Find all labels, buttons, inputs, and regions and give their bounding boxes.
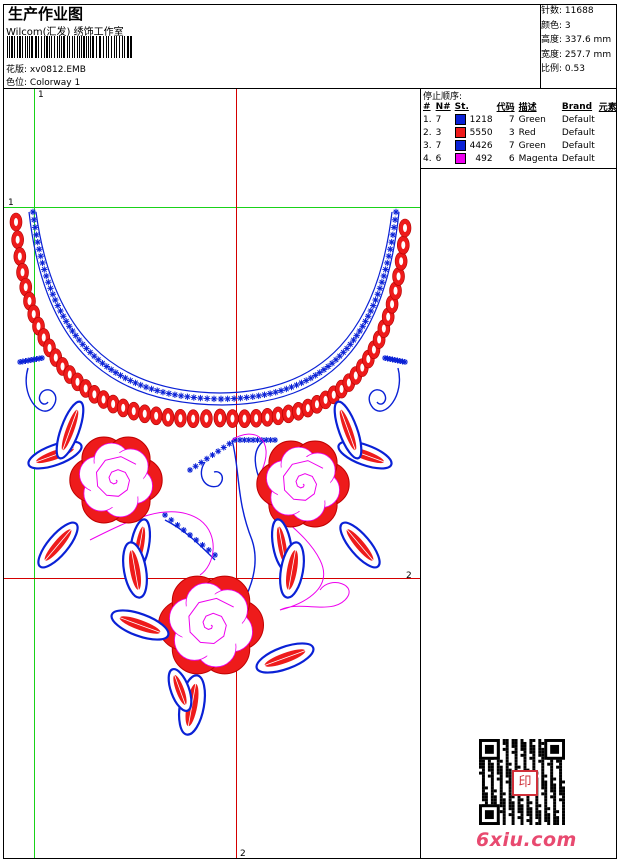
row-needle: 3	[435, 127, 442, 138]
left-curl	[25, 367, 57, 412]
guide-label-h1: 1	[8, 198, 14, 208]
col-index: #	[423, 101, 431, 112]
color-count-row: 颜色: 3	[541, 19, 611, 34]
row-brand: Default	[561, 127, 595, 138]
color-swatch	[454, 153, 466, 164]
width-label: 宽度:	[541, 49, 563, 60]
row-code: 7	[508, 140, 515, 151]
neckline-outer-curve	[28, 211, 400, 406]
col-stitches: St.	[454, 101, 469, 112]
guide-label-v2: 2	[240, 849, 246, 858]
scale-value: 0.53	[564, 64, 585, 75]
stop-sequence-table: # N# St. 代码 描述 Brand 元素 1. 7 1218 7 Green Def…	[421, 100, 619, 165]
color-swatch	[454, 140, 466, 151]
barcode	[7, 36, 132, 58]
colorway-name: Colorway 1	[29, 78, 81, 88]
row-brand: Default	[561, 153, 595, 164]
table-row: 1. 7 1218 7 Green Default	[421, 113, 619, 126]
scale-label: 比例:	[541, 64, 563, 75]
row-stitches: 492	[475, 153, 493, 164]
row-code: 3	[508, 127, 515, 138]
col-description: 描述	[518, 103, 537, 113]
row-index: 4.	[423, 153, 432, 164]
col-brand: Brand	[561, 101, 593, 112]
row-code: 6	[508, 153, 515, 164]
row-swatch	[453, 113, 468, 126]
height-label: 高度:	[541, 35, 563, 46]
seal-stamp: 印	[512, 770, 538, 796]
rose-flower	[158, 575, 264, 675]
satin-leaf	[333, 400, 363, 460]
table-header-row: # N# St. 代码 描述 Brand 元素	[421, 100, 619, 114]
row-description: Green	[518, 114, 546, 125]
row-description: Magenta	[518, 153, 558, 164]
row-element	[597, 152, 619, 165]
row-description: Green	[518, 140, 546, 151]
satin-leaf	[37, 521, 79, 569]
stitch-count-row: 针数: 11688	[541, 4, 611, 19]
row-stitches: 4426	[469, 140, 493, 151]
rose-flower	[256, 440, 350, 528]
table-row: 4. 6 492 6 Magenta Default	[421, 152, 619, 165]
table-row: 3. 7 4426 7 Green Default	[421, 139, 619, 152]
center-curl	[200, 461, 224, 488]
row-needle: 7	[435, 140, 442, 151]
row-brand: Default	[561, 114, 595, 125]
scale-row: 比例: 0.53	[541, 62, 611, 77]
row-needle: 7	[435, 114, 442, 125]
guide-lines	[4, 89, 420, 858]
row-brand: Default	[561, 140, 595, 151]
row-swatch	[453, 126, 468, 139]
table-row: 2. 3 5550 3 Red Default	[421, 126, 619, 139]
satin-leaf	[339, 521, 381, 569]
neckline-outline	[28, 211, 400, 406]
satin-leaves	[27, 400, 393, 736]
row-description: Red	[518, 127, 536, 138]
width-value: 257.7 mm	[564, 49, 612, 60]
height-value: 337.6 mm	[564, 35, 612, 46]
row-element	[597, 113, 619, 126]
colorway-label: 色位:	[6, 78, 28, 88]
row-stitches: 1218	[469, 114, 493, 125]
right-curl	[368, 367, 401, 412]
color-count-label: 颜色:	[541, 20, 563, 31]
design-file-name: xv0812.EMB	[29, 65, 86, 75]
row-element	[597, 139, 619, 152]
col-element: 元素	[598, 103, 617, 113]
page-title: 生产作业图	[8, 5, 84, 23]
satin-leaf	[255, 642, 315, 674]
color-count-value: 3	[564, 20, 571, 31]
row-swatch	[453, 139, 468, 152]
watermark-logo: 6xiu.com	[476, 829, 577, 851]
row-stitches: 5550	[469, 127, 493, 138]
design-stats: 针数: 11688 颜色: 3 高度: 337.6 mm 宽度: 257.7 m…	[541, 4, 611, 77]
row-swatch	[453, 152, 468, 165]
col-needle: N#	[435, 101, 451, 112]
guide-label-h2: 2	[406, 571, 412, 581]
colorway-row: 色位: Colorway 1	[6, 75, 80, 88]
red-teardrop-beads	[9, 212, 412, 428]
row-index: 3.	[423, 140, 432, 151]
row-code: 7	[508, 114, 515, 125]
stitch-count-value: 11688	[564, 6, 594, 16]
embroidery-design-canvas: 1 1 2 2	[4, 89, 420, 858]
col-code: 代码	[496, 103, 515, 113]
satin-leaf	[110, 609, 170, 641]
color-swatch	[454, 127, 466, 138]
guide-label-v1: 1	[38, 90, 44, 100]
stitch-count-label: 针数:	[541, 6, 563, 16]
design-label: 花版:	[6, 65, 28, 75]
color-swatch	[454, 114, 466, 125]
row-index: 1.	[423, 114, 432, 125]
rose-flower	[69, 436, 163, 524]
row-index: 2.	[423, 127, 432, 138]
left-stem	[164, 519, 216, 561]
row-needle: 6	[435, 153, 442, 164]
height-row: 高度: 337.6 mm	[541, 33, 611, 48]
width-row: 宽度: 257.7 mm	[541, 48, 611, 63]
row-element	[597, 126, 619, 139]
design-file-row: 花版: xv0812.EMB	[6, 62, 86, 75]
